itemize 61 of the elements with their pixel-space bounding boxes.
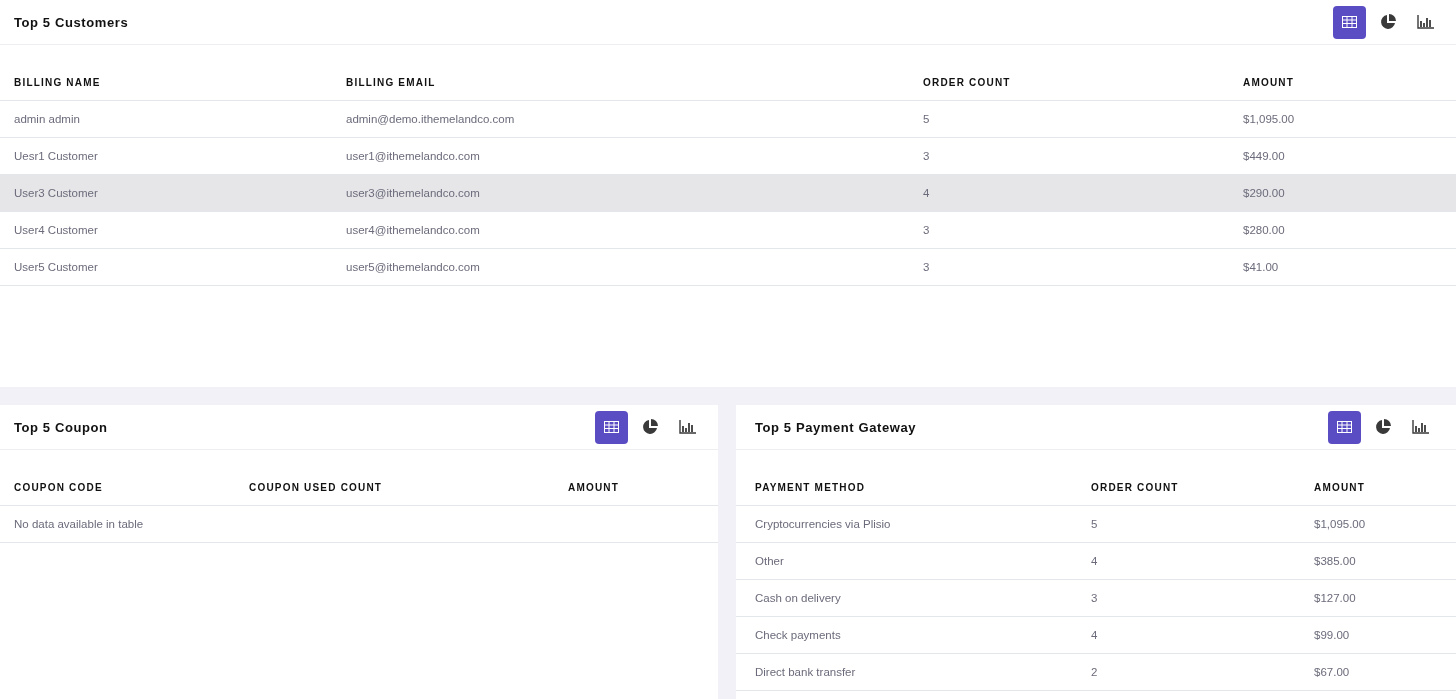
table-cell-text: $280.00: [1243, 224, 1286, 236]
column-header: COUPON USED COUNT: [249, 481, 384, 493]
empty-message: No data available in table: [14, 518, 145, 530]
table-cell-text: $449.00: [1243, 150, 1286, 162]
table-icon: [1337, 421, 1352, 433]
column-header: ORDER COUNT: [923, 76, 1012, 88]
table-cell-text: 2: [1091, 666, 1099, 678]
table-cell-text: 4: [1091, 555, 1099, 567]
table-cell-text: 3: [923, 150, 931, 162]
table-cell-text: User3 Customer: [14, 187, 99, 199]
pie-chart-icon: [1374, 419, 1391, 435]
table-cell-text: 3: [923, 224, 931, 236]
pie-chart-icon: [641, 419, 658, 435]
bar-chart-icon: [1417, 15, 1434, 29]
table-cell-text: 5: [1091, 518, 1099, 530]
table-cell-text: 5: [923, 113, 931, 125]
panel-title: Top 5 Payment Gateway: [755, 419, 917, 435]
pie-chart-icon: [1379, 14, 1396, 30]
panel-title: Top 5 Coupon: [14, 419, 108, 435]
column-header: BILLING EMAIL: [346, 76, 437, 88]
table-cell-text: user5@ithemelandco.com: [346, 261, 481, 273]
table-cell-text: $99.00: [1314, 629, 1351, 641]
table-cell-text: 3: [1091, 592, 1099, 604]
table-cell-text: $127.00: [1314, 592, 1357, 604]
table-cell-text: $67.00: [1314, 666, 1351, 678]
table-cell-text: Cryptocurrencies via Plisio: [755, 518, 892, 530]
table-icon: [1342, 16, 1357, 28]
table-cell-text: Uesr1 Customer: [14, 150, 99, 162]
table-cell-text: user1@ithemelandco.com: [346, 150, 481, 162]
table-cell-text: user4@ithemelandco.com: [346, 224, 481, 236]
table-cell-text: Direct bank transfer: [755, 666, 857, 678]
table-icon: [604, 421, 619, 433]
column-header: AMOUNT: [568, 481, 621, 493]
table-cell-text: $41.00: [1243, 261, 1280, 273]
panel-title: Top 5 Customers: [14, 14, 129, 30]
table-view-button[interactable]: [1328, 410, 1361, 444]
table-cell-text: User5 Customer: [14, 261, 99, 273]
table-cell-text: Check payments: [755, 629, 842, 641]
column-header: AMOUNT: [1314, 481, 1367, 493]
column-header: PAYMENT METHOD: [755, 481, 867, 493]
table-cell-text: Other: [755, 555, 785, 567]
table-cell-text: $1,095.00: [1243, 113, 1296, 125]
column-header: AMOUNT: [1243, 76, 1296, 88]
table-cell-text: $1,095.00: [1314, 518, 1367, 530]
bar-chart-icon: [1412, 420, 1429, 434]
column-header: COUPON CODE: [14, 481, 104, 493]
column-header: BILLING NAME: [14, 76, 102, 88]
table-view-button[interactable]: [595, 410, 628, 444]
table-cell-text: 3: [923, 261, 931, 273]
table-cell-text: admin@demo.ithemelandco.com: [346, 113, 516, 125]
table-cell-text: user3@ithemelandco.com: [346, 187, 481, 199]
table-view-button[interactable]: [1333, 5, 1366, 39]
table-cell-text: $290.00: [1243, 187, 1286, 199]
table-cell-text: $385.00: [1314, 555, 1357, 567]
column-header: ORDER COUNT: [1091, 481, 1180, 493]
bar-chart-icon: [679, 420, 696, 434]
table-cell-text: 4: [1091, 629, 1099, 641]
table-cell-text: User4 Customer: [14, 224, 99, 236]
table-cell-text: Cash on delivery: [755, 592, 842, 604]
table-cell-text: 4: [923, 187, 931, 199]
table-cell-text: admin admin: [14, 113, 81, 125]
